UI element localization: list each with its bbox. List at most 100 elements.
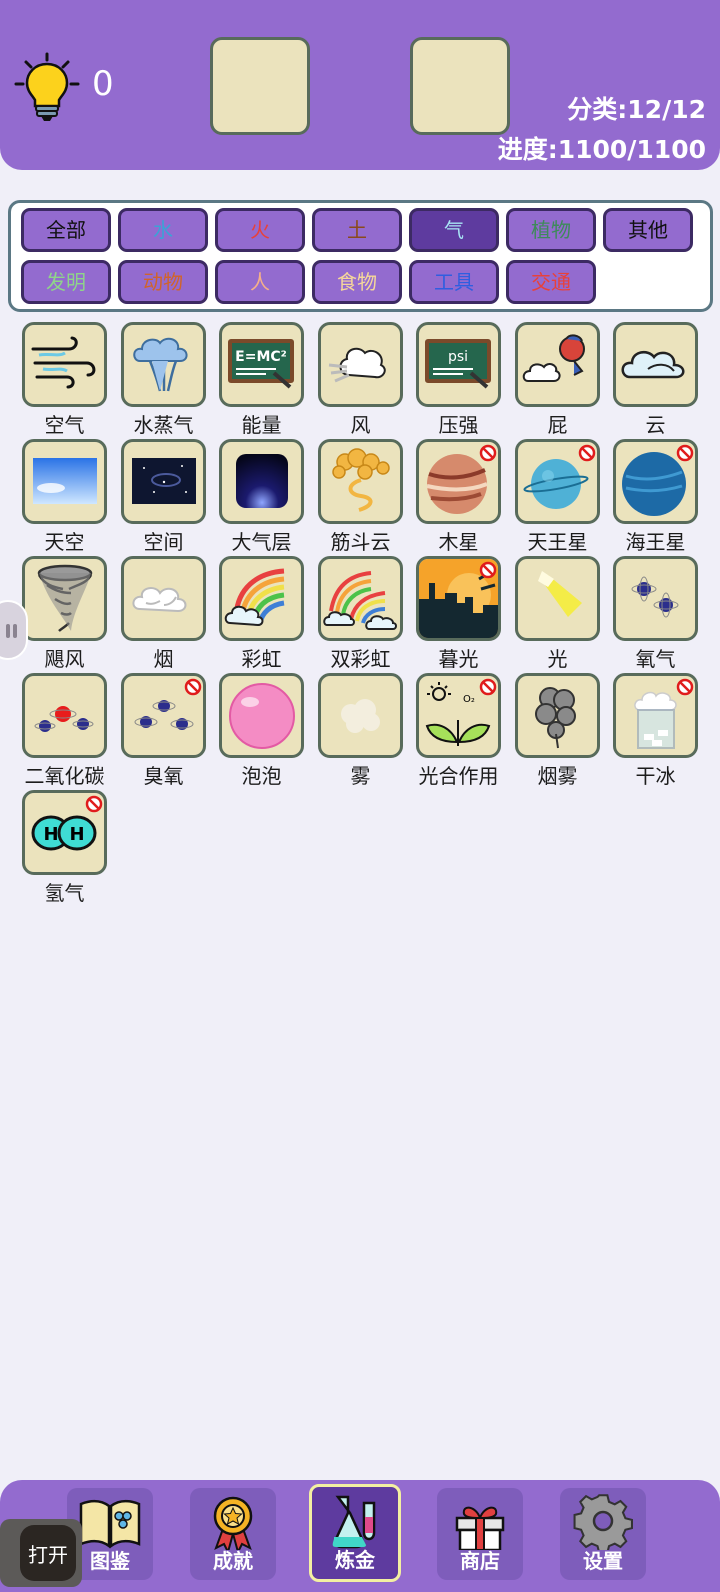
- element-card[interactable]: 风: [311, 322, 410, 439]
- element-card[interactable]: 木星: [409, 439, 508, 556]
- element-name: 暮光: [438, 647, 479, 671]
- element-card[interactable]: 空间: [114, 439, 213, 556]
- element-card[interactable]: 干冰: [606, 673, 705, 790]
- element-tile[interactable]: [515, 322, 600, 407]
- emc2-chalkboard-icon: E=MC²: [228, 339, 294, 389]
- gift-icon: [455, 1506, 505, 1550]
- filter-button[interactable]: 土: [312, 208, 402, 252]
- element-card[interactable]: 双彩虹: [311, 556, 410, 673]
- element-card[interactable]: 光: [508, 556, 607, 673]
- element-card[interactable]: 筋斗云: [311, 439, 410, 556]
- element-tile[interactable]: [318, 556, 403, 641]
- element-card[interactable]: 暮光: [409, 556, 508, 673]
- element-card[interactable]: 海王星: [606, 439, 705, 556]
- filter-button[interactable]: 气: [409, 208, 499, 252]
- element-card[interactable]: 二氧化碳: [15, 673, 114, 790]
- combine-slot-2[interactable]: [410, 37, 510, 135]
- element-name: 二氧化碳: [24, 764, 105, 788]
- element-tile[interactable]: [318, 322, 403, 407]
- element-card[interactable]: 屁: [508, 322, 607, 439]
- rainbow-icon: [224, 568, 285, 627]
- nav-gear-button[interactable]: 设置: [560, 1488, 646, 1580]
- element-name: 大气层: [231, 530, 292, 554]
- filter-button[interactable]: 人: [215, 260, 305, 304]
- element-card[interactable]: 烟雾: [508, 673, 607, 790]
- element-card[interactable]: 烟: [114, 556, 213, 673]
- element-tile[interactable]: [219, 439, 304, 524]
- filter-button[interactable]: 全部: [21, 208, 111, 252]
- light-beam-icon: [538, 571, 582, 617]
- element-card[interactable]: 飓风: [15, 556, 114, 673]
- locked-icon: [676, 678, 694, 696]
- element-tile[interactable]: [121, 322, 206, 407]
- fart-icon: [522, 334, 585, 382]
- element-name: 压强: [438, 413, 479, 437]
- element-tile[interactable]: [318, 673, 403, 758]
- element-name: 云: [645, 413, 666, 437]
- element-tile[interactable]: [121, 439, 206, 524]
- element-card[interactable]: 空气: [15, 322, 114, 439]
- element-card[interactable]: 大气层: [212, 439, 311, 556]
- lightbulb-icon[interactable]: [14, 52, 80, 122]
- nav-flask-button[interactable]: 炼金: [309, 1484, 401, 1582]
- steam-cloud-icon: [133, 337, 188, 392]
- element-name: 天王星: [527, 530, 588, 554]
- combine-slot-1[interactable]: [210, 37, 310, 135]
- element-card[interactable]: 臭氧: [114, 673, 213, 790]
- element-card[interactable]: 天空: [15, 439, 114, 556]
- wind-swirl-icon: [31, 336, 96, 389]
- filter-button[interactable]: 动物: [118, 260, 208, 304]
- filter-button[interactable]: 工具: [409, 260, 499, 304]
- magic-cloud-icon: [332, 448, 390, 512]
- side-drawer-handle[interactable]: [0, 600, 28, 660]
- element-card[interactable]: 彩虹: [212, 556, 311, 673]
- nav-medal-button[interactable]: 成就: [190, 1488, 276, 1580]
- element-name: 干冰: [635, 764, 676, 788]
- element-name: 双彩虹: [330, 647, 391, 671]
- filter-button[interactable]: 交通: [506, 260, 596, 304]
- element-tile[interactable]: [219, 673, 304, 758]
- element-tile[interactable]: [121, 556, 206, 641]
- element-name: 木星: [438, 530, 479, 554]
- element-tile[interactable]: psi: [416, 322, 501, 407]
- element-tile[interactable]: [613, 556, 698, 641]
- filter-button[interactable]: 火: [215, 208, 305, 252]
- element-tile[interactable]: [22, 673, 107, 758]
- filter-button[interactable]: 发明: [21, 260, 111, 304]
- element-name: 空间: [143, 530, 184, 554]
- element-tile[interactable]: [22, 556, 107, 641]
- element-tile[interactable]: [515, 556, 600, 641]
- element-tile[interactable]: [22, 322, 107, 407]
- filter-button[interactable]: 其他: [603, 208, 693, 252]
- element-card[interactable]: 氧气: [606, 556, 705, 673]
- element-tile[interactable]: [613, 322, 698, 407]
- open-button[interactable]: 打开: [0, 1519, 82, 1587]
- svg-text:H: H: [69, 824, 84, 845]
- category-filter-panel: 全部水火土气植物 其他发明 动物人食物 工具 交通: [8, 200, 713, 312]
- element-card[interactable]: 云: [606, 322, 705, 439]
- filter-button[interactable]: 食物: [312, 260, 402, 304]
- element-tile[interactable]: [219, 556, 304, 641]
- gear-icon: [573, 1494, 633, 1550]
- element-name: 氢气: [44, 881, 85, 905]
- filter-button[interactable]: 植物: [506, 208, 596, 252]
- element-card[interactable]: H H 氢气: [15, 790, 114, 907]
- locked-icon: [676, 444, 694, 462]
- wind-cloud-icon: [328, 347, 386, 383]
- element-card[interactable]: O₂ 光合作用: [409, 673, 508, 790]
- element-name: 泡泡: [241, 764, 282, 788]
- element-card[interactable]: 水蒸气: [114, 322, 213, 439]
- nav-gift-button[interactable]: 商店: [437, 1488, 523, 1580]
- element-card[interactable]: 泡泡: [212, 673, 311, 790]
- psi-chalkboard-icon: psi: [425, 339, 491, 389]
- element-card[interactable]: psi 压强: [409, 322, 508, 439]
- element-tile[interactable]: [22, 439, 107, 524]
- element-name: 雾: [350, 764, 371, 788]
- filter-button[interactable]: 水: [118, 208, 208, 252]
- element-tile[interactable]: [515, 673, 600, 758]
- element-card[interactable]: 雾: [311, 673, 410, 790]
- element-card[interactable]: E=MC² 能量: [212, 322, 311, 439]
- element-tile[interactable]: E=MC²: [219, 322, 304, 407]
- element-card[interactable]: 天王星: [508, 439, 607, 556]
- element-tile[interactable]: [318, 439, 403, 524]
